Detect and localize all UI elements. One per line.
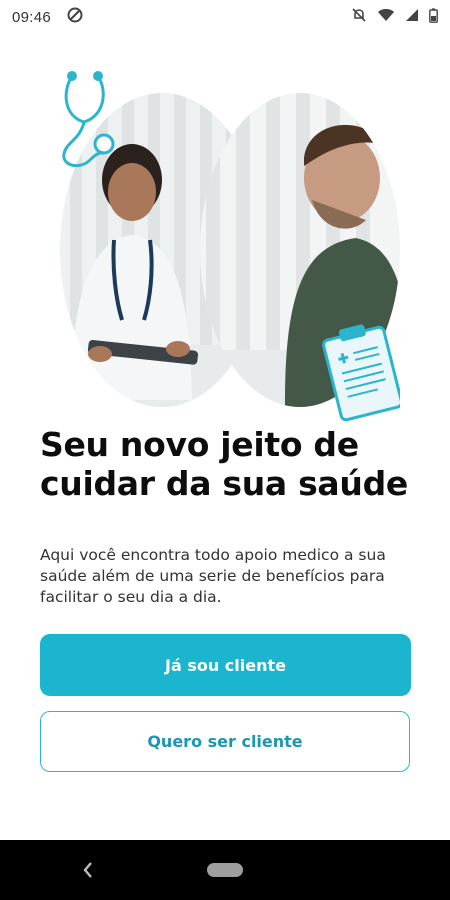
signal-icon: [405, 8, 419, 26]
back-icon[interactable]: [78, 857, 98, 883]
hero-illustration: [60, 70, 404, 430]
status-bar: 09:46: [0, 0, 450, 34]
status-left: 09:46: [12, 7, 83, 27]
become-client-button[interactable]: Quero ser cliente: [40, 711, 410, 772]
page-description: Aqui você encontra todo apoio medico a s…: [40, 546, 386, 606]
status-right: [351, 7, 438, 27]
notifications-off-icon: [351, 7, 367, 27]
wifi-icon: [377, 8, 395, 26]
home-pill-icon[interactable]: [207, 863, 243, 877]
page-title: Seu novo jeito de cuidar da sua saúde: [40, 425, 408, 503]
status-time: 09:46: [12, 8, 52, 26]
at-sign-icon: [67, 7, 83, 27]
navigation-bar: [0, 840, 450, 900]
battery-icon: [429, 7, 438, 27]
existing-client-button[interactable]: Já sou cliente: [40, 634, 411, 696]
